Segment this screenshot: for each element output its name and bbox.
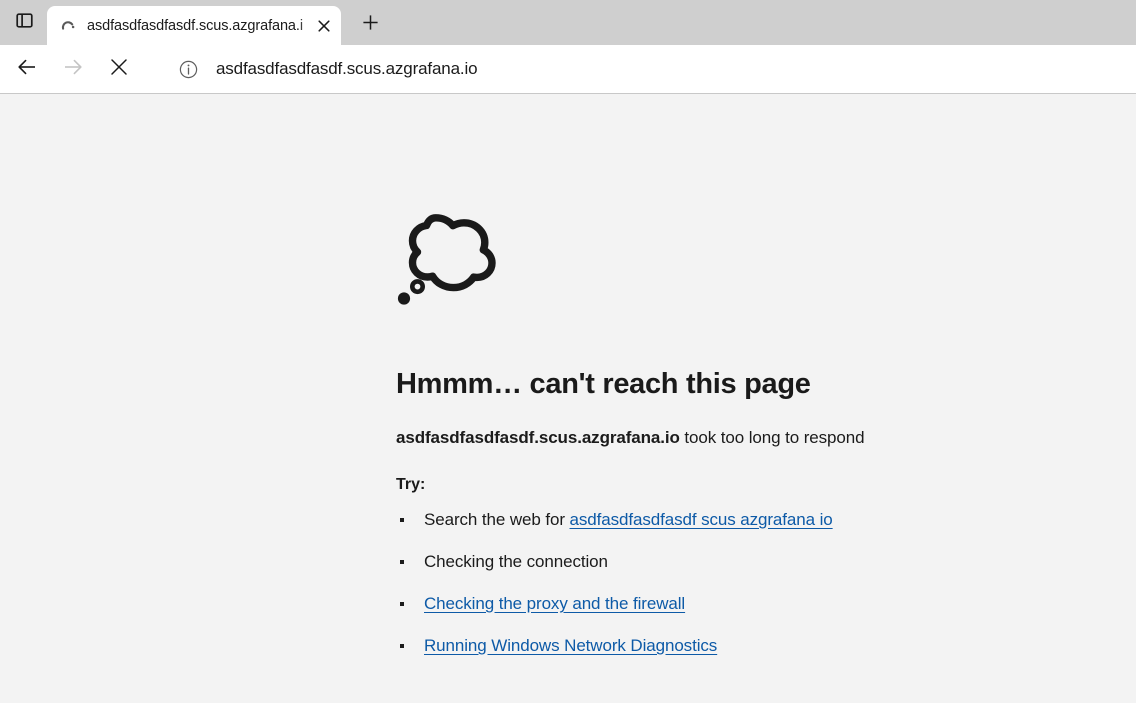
list-item: Checking the connection [396,552,1136,572]
list-item: Checking the proxy and the firewall [396,594,1136,614]
new-tab-button[interactable] [353,8,387,42]
error-subtitle: asdfasdfasdfasdf.scus.azgrafana.io took … [396,428,1136,448]
browser-tab[interactable]: asdfasdfasdfasdf.scus.azgrafana.i [47,6,341,45]
stop-loading-button[interactable] [100,50,138,88]
arrow-right-icon [62,56,84,83]
try-label: Try: [396,475,426,493]
plus-icon [362,14,379,36]
tab-strip: asdfasdfasdfasdf.scus.azgrafana.i [0,0,1136,45]
loading-spinner-icon [59,17,77,35]
page-content: Hmmm… can't reach this page asdfasdfasdf… [0,94,1136,703]
tab-close-button[interactable] [311,13,337,39]
browser-toolbar: asdfasdfasdfasdf.scus.azgrafana.io [0,45,1136,93]
suggestion-text: Checking the connection [424,551,608,571]
tab-actions-button[interactable] [6,5,42,41]
list-item: Search the web for asdfasdfasdfasdf scus… [396,510,1136,530]
error-subtitle-rest: took too long to respond [679,427,865,447]
address-bar-url: asdfasdfasdfasdf.scus.azgrafana.io [216,59,478,78]
browser-window: asdfasdfasdfasdf.scus.azgrafana.i asdfas… [0,0,1136,703]
address-bar[interactable]: asdfasdfasdfasdf.scus.azgrafana.io [160,51,1136,87]
list-item: Running Windows Network Diagnostics [396,636,1136,656]
suggestion-text: Search the web for [424,509,570,529]
info-circle-icon[interactable] [174,55,202,83]
network-diagnostics-link[interactable]: Running Windows Network Diagnostics [424,636,717,655]
close-icon [110,58,128,81]
back-button[interactable] [8,50,46,88]
error-host: asdfasdfasdfasdf.scus.azgrafana.io [396,427,680,447]
check-proxy-firewall-link[interactable]: Checking the proxy and the firewall [424,594,685,613]
page-title: Hmmm… can't reach this page [396,368,811,400]
suggestion-list: Search the web for asdfasdfasdfasdf scus… [396,510,1136,656]
error-page: Hmmm… can't reach this page asdfasdfasdf… [0,94,1136,656]
arrow-left-icon [16,56,38,83]
vertical-tabs-icon [15,12,33,34]
tab-title: asdfasdfasdfasdf.scus.azgrafana.i [87,17,303,34]
forward-button[interactable] [54,50,92,88]
search-the-web-link[interactable]: asdfasdfasdfasdf scus azgrafana io [570,510,833,529]
thought-bubble-icon [396,202,1136,317]
